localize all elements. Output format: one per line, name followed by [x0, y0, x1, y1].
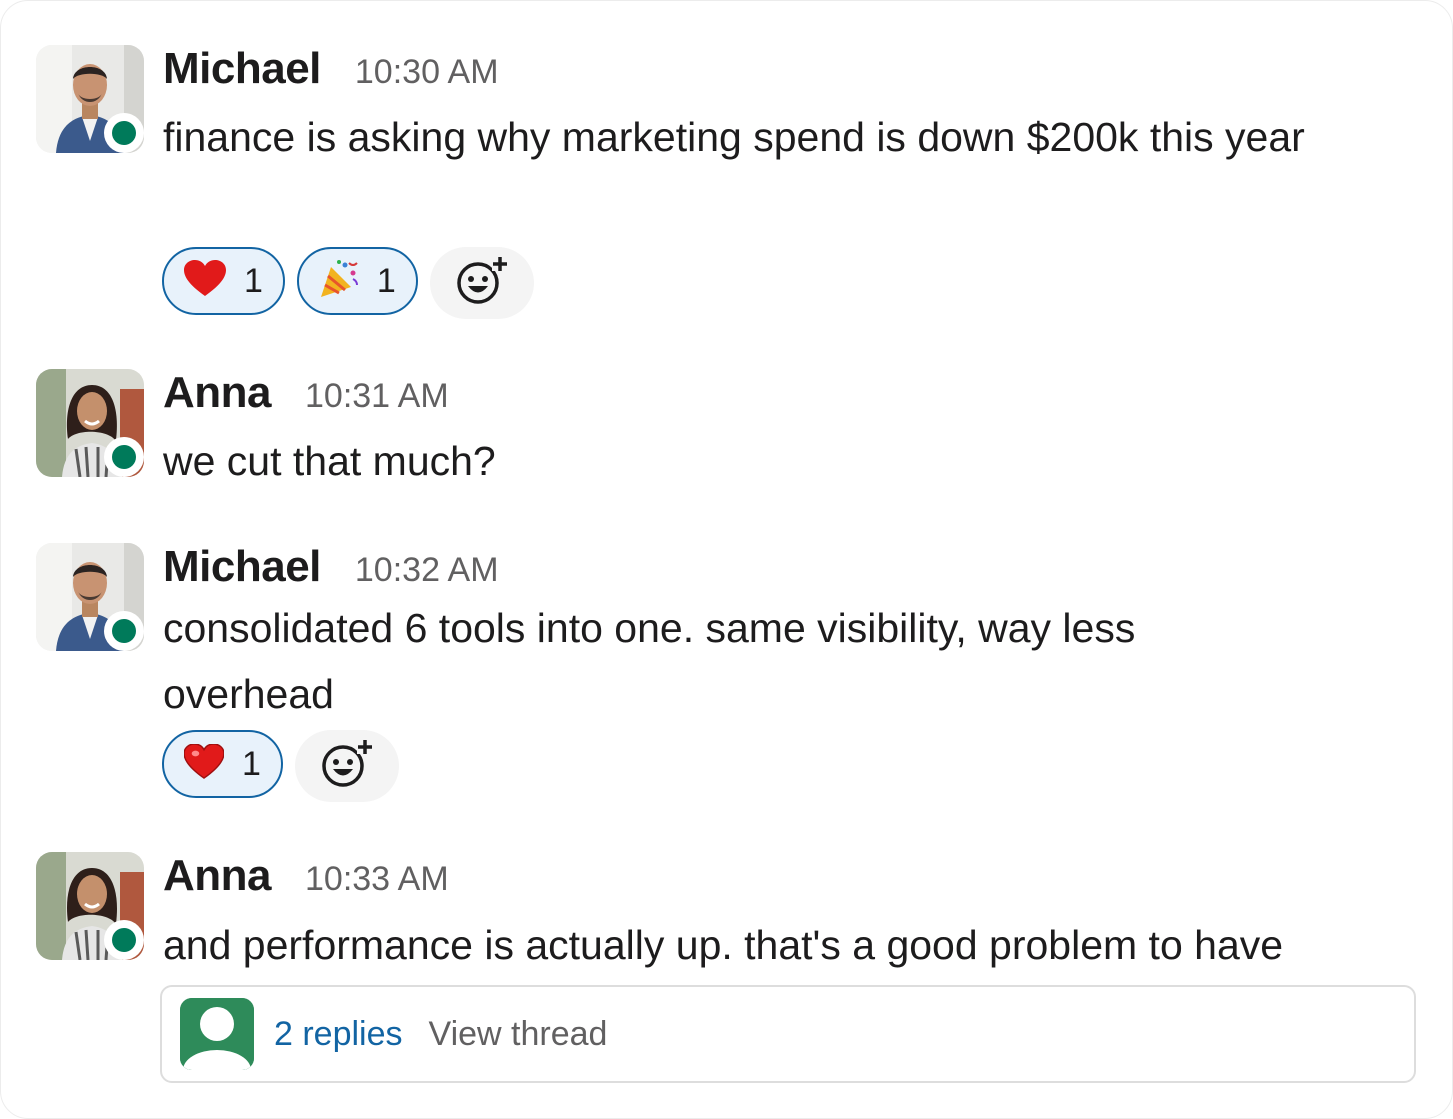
reaction-heart[interactable]: 1 — [162, 247, 285, 315]
view-thread-link[interactable]: View thread — [429, 1015, 608, 1054]
reaction-count: 1 — [242, 744, 261, 783]
add-reaction-button[interactable] — [429, 247, 534, 319]
message-text: we cut that much? — [163, 438, 496, 484]
sender-name[interactable]: Michael — [163, 542, 321, 592]
thread-summary[interactable]: 2 replies View thread — [160, 985, 1416, 1083]
michael-avatar[interactable] — [36, 543, 144, 651]
heart-icon — [184, 259, 226, 303]
reactions-bar: 1 — [162, 730, 399, 802]
sender-name[interactable]: Michael — [163, 44, 321, 94]
reaction-count: 1 — [244, 261, 263, 300]
replies-count-link[interactable]: 2 replies — [274, 1015, 403, 1054]
online-status-icon — [104, 920, 144, 960]
message-text: finance is asking why marketing spend is… — [163, 114, 1305, 160]
reactions-bar: 1 1 — [162, 247, 534, 319]
party-popper-icon — [319, 259, 359, 304]
anna-avatar[interactable] — [36, 852, 144, 960]
message-text: and performance is actually up. that's a… — [163, 922, 1284, 968]
add-emoji-icon — [321, 737, 373, 795]
timestamp[interactable]: 10:32 AM — [355, 551, 499, 590]
online-status-icon — [104, 113, 144, 153]
online-status-icon — [104, 611, 144, 651]
anna-avatar[interactable] — [36, 369, 144, 477]
reaction-party-popper[interactable]: 1 — [296, 247, 418, 315]
heart-icon — [183, 742, 225, 785]
timestamp[interactable]: 10:33 AM — [305, 860, 449, 899]
message-text: consolidated 6 tools into one. same visi… — [163, 605, 1136, 717]
sender-name[interactable]: Anna — [163, 368, 272, 418]
timestamp[interactable]: 10:31 AM — [305, 377, 449, 416]
add-emoji-icon — [456, 254, 508, 312]
online-status-icon — [104, 437, 144, 477]
reaction-count: 1 — [376, 261, 396, 300]
add-reaction-button[interactable] — [294, 730, 399, 802]
timestamp[interactable]: 10:30 AM — [355, 53, 499, 92]
michael-avatar[interactable] — [36, 45, 144, 153]
reaction-heart[interactable]: 1 — [162, 730, 283, 798]
user-avatar-icon — [180, 998, 254, 1070]
sender-name[interactable]: Anna — [163, 851, 272, 901]
